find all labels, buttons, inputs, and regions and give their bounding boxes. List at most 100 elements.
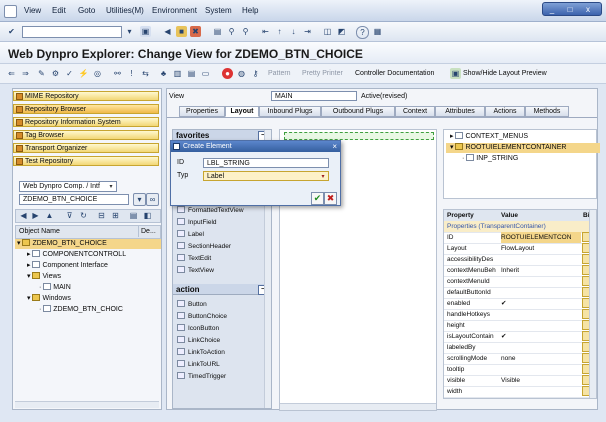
enter-icon[interactable]: ✔ — [6, 26, 17, 37]
view-name-field[interactable]: MAIN — [271, 91, 357, 101]
help-icon[interactable]: ? — [356, 26, 369, 39]
controller-documentation-button[interactable]: Controller Documentation — [355, 70, 434, 77]
cancel-button[interactable]: ✖ — [324, 192, 337, 205]
tab-actions[interactable]: Actions — [485, 106, 525, 117]
palette-item-iconbutton[interactable]: IconButton — [177, 324, 267, 334]
local-objects-icon[interactable]: ◧ — [142, 210, 153, 221]
property-value[interactable]: ✔ — [501, 331, 581, 342]
display-glasses-icon[interactable]: ∞ — [146, 193, 159, 206]
tree-item-views[interactable]: ▾ Views — [15, 272, 171, 282]
element-id-input[interactable]: LBL_STRING — [203, 158, 329, 168]
expand-all-icon[interactable]: ⊞ — [110, 210, 121, 221]
confirm-button[interactable]: ✔ — [311, 192, 324, 205]
element-type-select[interactable]: Label ▾ — [203, 171, 329, 181]
close-window-button[interactable]: x — [579, 3, 597, 16]
refresh-icon[interactable]: ↻ — [78, 210, 89, 221]
nav-transport-organizer[interactable]: Transport Organizer — [13, 143, 159, 153]
menu-environment[interactable]: Environment — [152, 6, 197, 15]
column-object-name[interactable]: Object Name — [19, 226, 60, 237]
up-icon[interactable]: ▲ — [44, 210, 55, 221]
nav-repository-information-system[interactable]: Repository Information System — [13, 117, 159, 127]
tree-rootuielementcontainer[interactable]: ▾ ROOTUIELEMENTCONTAINER — [446, 143, 600, 153]
property-value[interactable]: ✔ — [501, 298, 581, 309]
back-icon[interactable]: ◀ — [162, 26, 173, 37]
tree-root[interactable]: ▾ ZDEMO_BTN_CHOICE — [15, 239, 161, 249]
hierarchy-icon[interactable]: ♣ — [158, 68, 169, 79]
palette-item-linktourl[interactable]: LinkToURL — [177, 360, 267, 370]
pretty-printer-button[interactable]: Pretty Printer — [302, 70, 343, 77]
info-icon[interactable]: ! — [126, 68, 137, 79]
display-change-icon[interactable]: ✎ — [36, 68, 47, 79]
palette-item-textview[interactable]: TextView — [177, 266, 267, 276]
nav-tag-browser[interactable]: Tag Browser — [13, 130, 159, 140]
property-row[interactable]: width — [444, 386, 596, 398]
transport-icon[interactable]: ▥ — [172, 68, 183, 79]
property-value[interactable]: ROOTUIELEMENTCON — [501, 232, 581, 243]
maximize-button[interactable]: □ — [561, 3, 579, 16]
tree-context-menus[interactable]: ▸ CONTEXT_MENUS — [446, 132, 600, 142]
palette-item-linkchoice[interactable]: LinkChoice — [177, 336, 267, 346]
command-field[interactable] — [22, 26, 122, 38]
tree-item-component-interface[interactable]: ▸ Component Interface — [15, 261, 171, 271]
tab-attributes[interactable]: Attributes — [435, 106, 485, 117]
tab-properties[interactable]: Properties — [179, 106, 225, 117]
next-page-icon[interactable]: ↓ — [288, 26, 299, 37]
print-icon[interactable]: ▤ — [212, 26, 223, 37]
tree-item-windows[interactable]: ▾ Windows — [15, 294, 171, 304]
menu-help[interactable]: Help — [242, 6, 258, 15]
last-page-icon[interactable]: ⇥ — [302, 26, 313, 37]
find-icon[interactable]: ⚲ — [226, 26, 237, 37]
tree-inp-string[interactable]: · INP_STRING — [446, 154, 600, 164]
menu-edit[interactable]: Edit — [52, 6, 66, 15]
canvas-hscroll[interactable] — [280, 403, 436, 410]
prev-page-icon[interactable]: ↑ — [274, 26, 285, 37]
tab-inbound-plugs[interactable]: Inbound Plugs — [259, 106, 321, 117]
object-name-input[interactable]: ZDEMO_BTN_CHOICE — [19, 194, 129, 205]
object-f4-icon[interactable]: ▾ — [133, 193, 146, 206]
tab-context[interactable]: Context — [395, 106, 435, 117]
minimize-button[interactable]: _ — [543, 3, 561, 16]
key-icon[interactable]: ⚷ — [250, 68, 261, 79]
column-property[interactable]: Property — [447, 210, 497, 221]
menu-utilities[interactable]: Utilities(M) — [106, 6, 144, 15]
sap-menu-icon[interactable] — [4, 5, 17, 18]
palette-item-linktoaction[interactable]: LinkToAction — [177, 348, 267, 358]
palette-item-label[interactable]: Label — [177, 230, 267, 240]
menu-view[interactable]: View — [24, 6, 41, 15]
palette-section-action[interactable]: action − — [173, 284, 271, 295]
palette-item-inputfield[interactable]: InputField — [177, 218, 267, 228]
shortcut-icon[interactable]: ◩ — [336, 26, 347, 37]
check-icon[interactable]: ✓ — [64, 68, 75, 79]
menu-goto[interactable]: Goto — [78, 6, 95, 15]
save-icon[interactable]: ▣ — [140, 26, 151, 37]
display-object-list-icon[interactable]: ▤ — [186, 68, 197, 79]
layout-menu-icon[interactable]: ▦ — [372, 26, 383, 37]
window-icon[interactable]: ▭ — [200, 68, 211, 79]
chevron-down-icon[interactable]: ▾ — [319, 173, 327, 181]
prev-object-icon[interactable]: ◀ — [18, 210, 29, 221]
nav-repository-browser[interactable]: Repository Browser — [13, 104, 159, 114]
exit-icon[interactable]: ■ — [176, 26, 187, 37]
filter-icon[interactable]: ⊽ — [64, 210, 75, 221]
column-description[interactable]: De... — [138, 226, 156, 237]
root-container-dropzone[interactable] — [284, 132, 434, 140]
tab-layout[interactable]: Layout — [225, 106, 259, 117]
property-value[interactable]: Visible — [501, 375, 581, 386]
tab-outbound-plugs[interactable]: Outbound Plugs — [321, 106, 395, 117]
palette-item-sectionheader[interactable]: SectionHeader — [177, 242, 267, 252]
property-value[interactable]: none — [501, 353, 581, 364]
activate-icon[interactable]: ⚡ — [78, 68, 89, 79]
palette-item-button[interactable]: Button — [177, 300, 267, 310]
find-next-icon[interactable]: ⚲ — [240, 26, 251, 37]
new-session-icon[interactable]: ◫ — [322, 26, 333, 37]
property-value[interactable]: Inherit — [501, 265, 581, 276]
forward-arrow-icon[interactable]: ⇒ — [20, 68, 31, 79]
tree-item-main[interactable]: · MAIN — [15, 283, 183, 293]
back-arrow-icon[interactable]: ⇐ — [6, 68, 17, 79]
navigation-icon[interactable]: ⇆ — [140, 68, 151, 79]
test-icon[interactable]: ◎ — [92, 68, 103, 79]
pattern-button[interactable]: Pattern — [268, 70, 291, 77]
nav-test-repository[interactable]: Test Repository — [13, 156, 159, 166]
palette-item-buttonchoice[interactable]: ButtonChoice — [177, 312, 267, 322]
show-hide-layout-preview-button[interactable]: Show/Hide Layout Preview — [463, 70, 547, 77]
